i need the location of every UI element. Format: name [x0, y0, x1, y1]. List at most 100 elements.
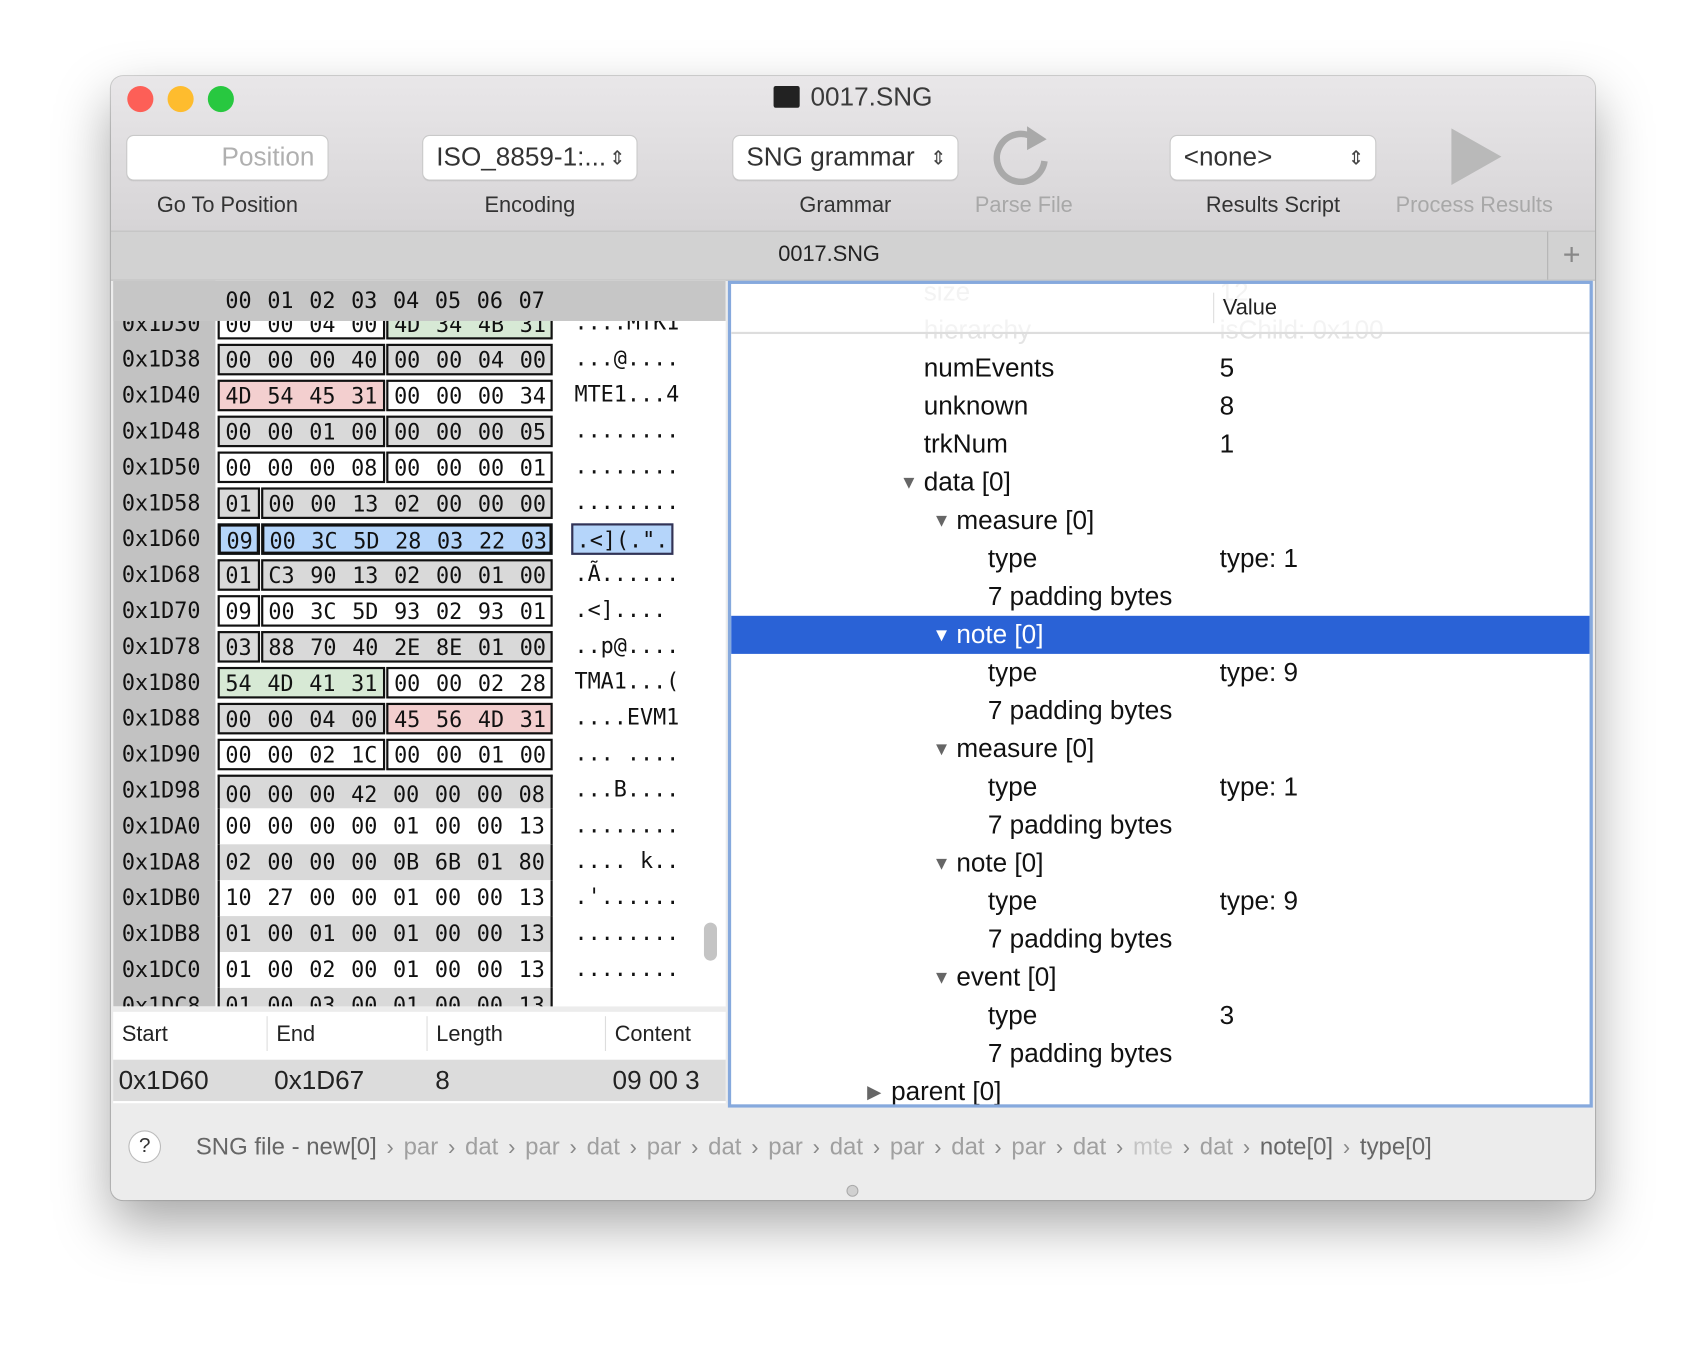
hex-byte[interactable]: 00	[427, 916, 469, 952]
hex-byte[interactable]: 00	[302, 490, 344, 519]
ascii-text[interactable]: .... k..	[571, 846, 682, 878]
byte-group[interactable]: 00 00 00 01	[386, 451, 553, 484]
hex-byte[interactable]: 13	[511, 808, 553, 844]
hex-byte[interactable]: 4D	[218, 382, 260, 411]
byte-group[interactable]: 00 00 00 05	[386, 415, 553, 448]
byte-group[interactable]: 00 00 00 08	[217, 451, 386, 484]
hex-byte[interactable]: 00	[259, 454, 301, 483]
hex-byte[interactable]: 03	[218, 633, 260, 662]
hex-byte[interactable]: 01	[385, 952, 427, 988]
hex-row[interactable]: 0x1D40 4D 54 45 31 00 00 00 34 MTE1...4	[113, 378, 726, 414]
hex-byte[interactable]: 00	[343, 844, 385, 880]
hex-byte[interactable]: 00	[301, 844, 343, 880]
hex-row[interactable]: 0x1DA8 02 00 00 00 0B 6B 01 80.... k..	[113, 844, 726, 881]
hex-scrollbar[interactable]	[703, 922, 717, 961]
ascii-text[interactable]: ........	[571, 452, 682, 484]
hex-byte[interactable]: 02	[301, 952, 343, 988]
byte-group[interactable]: 09	[217, 523, 260, 555]
tree-row[interactable]: trkNum 1	[731, 425, 1589, 463]
ascii-text[interactable]: ........	[571, 918, 682, 950]
breadcrumb-item[interactable]: dat	[830, 1133, 863, 1160]
hex-byte[interactable]: 01	[385, 808, 427, 844]
hex-byte[interactable]: 00	[259, 418, 301, 447]
hex-byte[interactable]: 70	[302, 633, 344, 662]
ascii-text[interactable]: ........	[571, 954, 682, 986]
breadcrumb-item[interactable]: par	[404, 1133, 439, 1160]
hex-byte[interactable]: 08	[343, 454, 385, 483]
hex-byte[interactable]: 01	[470, 561, 512, 590]
hex-byte[interactable]: 02	[218, 844, 260, 880]
byte-group[interactable]: 54 4D 41 31	[217, 666, 386, 699]
hex-row[interactable]: 0x1D78 03 88 70 40 2E 8E 01 00 ..p@....	[113, 629, 726, 665]
byte-group[interactable]: 00 3C 5D 28 03 22 03	[260, 523, 553, 556]
hex-byte[interactable]: 00	[259, 952, 301, 988]
hex-byte[interactable]: 00	[428, 418, 470, 447]
byte-group[interactable]: 45 56 4D 31	[386, 702, 554, 735]
disclosure-open-icon[interactable]: ▼	[932, 730, 950, 768]
hex-byte[interactable]: 00	[469, 880, 511, 916]
byte-group[interactable]: 00 00 02 28	[386, 666, 554, 699]
hex-row[interactable]: 0x1DB8 01 00 01 00 01 00 00 13........	[113, 916, 726, 953]
hex-byte[interactable]: 42	[343, 777, 385, 813]
hex-byte[interactable]: 02	[470, 669, 512, 698]
hex-byte[interactable]: 00	[259, 808, 301, 844]
tree-row[interactable]: type type: 1	[731, 768, 1589, 806]
hex-byte[interactable]: 01	[301, 418, 343, 447]
results-script-select[interactable]: <none> ⇕	[1170, 136, 1376, 180]
hex-byte[interactable]: 00	[218, 454, 260, 483]
ascii-text[interactable]: ...@....	[571, 344, 682, 376]
hex-byte[interactable]: 02	[301, 741, 343, 770]
hex-byte[interactable]: 00	[512, 561, 554, 590]
plus-icon[interactable]: +	[1547, 231, 1595, 280]
breadcrumb-item[interactable]: par	[647, 1133, 682, 1160]
ascii-text[interactable]: .<]....	[571, 595, 669, 627]
ascii-text[interactable]: .Ã......	[571, 559, 682, 591]
hex-byte[interactable]: 00	[218, 777, 260, 813]
breadcrumb-item[interactable]: note[0]	[1260, 1133, 1333, 1160]
hex-byte[interactable]: 03	[429, 527, 471, 556]
hex-byte[interactable]: 00	[427, 808, 469, 844]
resize-handle[interactable]	[847, 1185, 858, 1196]
hex-byte[interactable]: 01	[470, 741, 512, 770]
hex-byte[interactable]: 27	[259, 880, 301, 916]
hex-byte[interactable]: 01	[218, 490, 260, 519]
disclosure-open-icon[interactable]: ▼	[932, 616, 950, 654]
grammar-select[interactable]: SNG grammar ⇕	[733, 136, 958, 180]
hex-byte[interactable]: 80	[511, 844, 553, 880]
hex-byte[interactable]: 1C	[343, 741, 385, 770]
disclosure-open-icon[interactable]: ▼	[932, 844, 950, 882]
hex-byte[interactable]: 01	[512, 597, 554, 626]
hex-row[interactable]: 0x1DB0 10 27 00 00 01 00 00 13 .'......	[113, 880, 726, 917]
ascii-text[interactable]: .<](.".	[571, 523, 674, 555]
byte-group[interactable]: 00 00 01 00	[217, 415, 386, 448]
byte-group[interactable]: 00 00 13 02 00 00 00	[260, 487, 553, 519]
hex-byte[interactable]: 40	[343, 346, 385, 375]
hex-byte[interactable]: 5D	[345, 527, 387, 556]
structure-tree[interactable]: Value size12hierarchyisChild: 0x100numEv…	[727, 280, 1593, 1108]
hex-byte[interactable]: 3C	[302, 597, 344, 626]
hex-byte[interactable]: 3C	[304, 527, 346, 556]
byte-group[interactable]: 09	[217, 595, 260, 627]
tree-row[interactable]: 7 padding bytes	[731, 920, 1589, 958]
hex-byte[interactable]: 28	[512, 669, 554, 698]
hex-row[interactable]: 0x1D88 00 00 04 00 45 56 4D 31 ....EVM1	[113, 701, 726, 737]
tree-row[interactable]: type 3	[731, 997, 1589, 1035]
byte-group[interactable]: 00 00 00 42 00 00 00 08	[217, 774, 553, 809]
byte-group[interactable]: 00 00 04 00	[386, 343, 553, 376]
tree-row[interactable]: ▼ data [0]	[731, 463, 1589, 501]
hex-byte[interactable]: 00	[428, 454, 470, 483]
hex-byte[interactable]: 01	[385, 880, 427, 916]
byte-group[interactable]: 4D 54 45 31	[217, 379, 386, 412]
hex-byte[interactable]: 93	[386, 597, 428, 626]
hex-byte[interactable]: 00	[428, 490, 470, 519]
hex-byte[interactable]: 01	[218, 561, 260, 590]
hex-byte[interactable]: 00	[343, 808, 385, 844]
hex-byte[interactable]: 40	[344, 633, 386, 662]
hex-byte[interactable]: 31	[512, 705, 554, 734]
breadcrumb-item[interactable]: par	[890, 1133, 925, 1160]
breadcrumb-item[interactable]: dat	[951, 1133, 984, 1160]
hex-byte[interactable]: 00	[301, 454, 343, 483]
breadcrumb-item[interactable]: dat	[1200, 1133, 1233, 1160]
hex-byte[interactable]: 00	[469, 952, 511, 988]
hex-row[interactable]: 0x1D68 01 C3 90 13 02 00 01 00 .Ã......	[113, 557, 726, 593]
